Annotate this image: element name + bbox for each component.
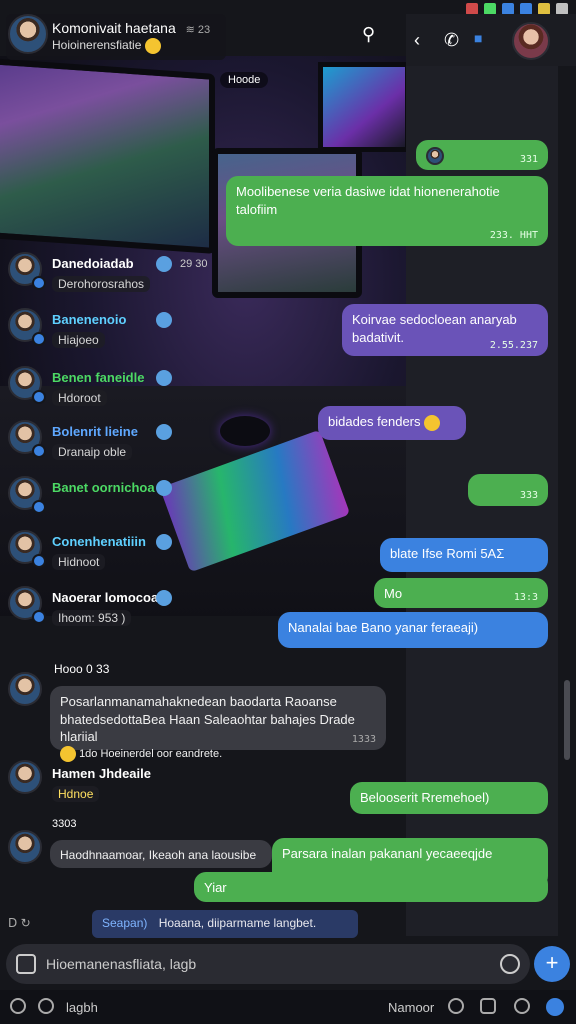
bottom-label-right: Namoor: [388, 1000, 435, 1015]
bottom-bar: lagbh Namoor: [0, 990, 576, 1024]
outgoing-bubble[interactable]: blate Ifse Romi 5AΣ: [380, 538, 548, 572]
reaction-meta: 3303: [52, 818, 77, 830]
participant-name: Banenenoio: [52, 312, 127, 327]
bg-tag: Hoode: [220, 72, 269, 88]
group-member-avatar[interactable]: [8, 672, 42, 706]
status-badge: [32, 554, 46, 568]
chat-subtitle: Hoioinerensfiatie: [52, 38, 161, 54]
contact-avatar[interactable]: [512, 22, 550, 60]
group-avatar[interactable]: [8, 14, 48, 54]
outgoing-bubble[interactable]: Koirvae sedocloean anaryab badativit. 2.…: [342, 304, 548, 356]
video-icon[interactable]: ■: [474, 30, 482, 46]
status-badge: [32, 444, 46, 458]
participant-sub: Derohorosrahos: [52, 276, 151, 292]
send-button[interactable]: +: [534, 946, 570, 982]
monitor-right: [318, 62, 410, 152]
bottom-label: lagbh: [66, 1000, 98, 1015]
thumb-icon: [426, 147, 444, 165]
participant-sub: Dranaip oble: [52, 444, 133, 460]
outgoing-bubble[interactable]: Belooserit Rremehoel): [350, 782, 548, 814]
camera-icon[interactable]: [448, 998, 464, 1014]
reply-icons: Ⅾ ↻: [8, 916, 31, 930]
group-header: Hooo 0 33: [54, 662, 110, 676]
phone-icon[interactable]: ✆: [444, 30, 459, 51]
incoming-bubble[interactable]: Haodhnaamoar, Ikeaoh ana laousibe: [50, 840, 272, 868]
mouse: [220, 416, 270, 446]
back-icon[interactable]: ‹: [414, 30, 420, 51]
header-actions: [406, 14, 576, 66]
sender-sub: Hdnoe: [52, 786, 100, 802]
outgoing-bubble[interactable]: Yiar: [194, 872, 548, 902]
participant-sub: Hidnoot: [52, 554, 106, 570]
outgoing-bubble[interactable]: Mo 13:3: [374, 578, 548, 608]
emoji-picker-icon[interactable]: [500, 954, 520, 974]
sender-name: Hamen Jhdeaile: [52, 766, 151, 781]
monitor-left: [0, 58, 215, 254]
reaction-icon: [156, 312, 172, 328]
profile-icon[interactable]: [546, 998, 564, 1016]
emoji-icon: [144, 38, 161, 54]
forward-circle-icon[interactable]: [38, 998, 54, 1014]
message-input[interactable]: Hioemanenasfliata, lagb: [46, 956, 196, 972]
chat-title: Komonivait haetana ≋ 23: [52, 20, 211, 36]
status-badge: [32, 276, 46, 290]
back-circle-icon[interactable]: [10, 998, 26, 1014]
search-icon[interactable]: ⚲: [362, 24, 375, 45]
participant-name: Naoerar lomocoa: [52, 590, 159, 605]
status-badge: [32, 390, 46, 404]
reaction-icon: [156, 480, 172, 496]
outgoing-bubble[interactable]: 331: [416, 140, 548, 170]
reaction-icon: [156, 590, 172, 606]
participant-name: Bolenrit lieine: [52, 424, 138, 439]
reaction-icon: [156, 256, 172, 272]
instagram-icon[interactable]: [480, 998, 496, 1014]
status-badge: [32, 610, 46, 624]
reply-bar: Ⅾ ↻ Seapan) Hoaana, diiparmame langbet.: [0, 906, 576, 942]
outgoing-bubble[interactable]: 333: [468, 474, 548, 506]
participant-sub: Ihoom: 953 ): [52, 610, 132, 626]
outgoing-bubble[interactable]: bidades fenders: [318, 406, 466, 440]
status-badge: [32, 332, 46, 346]
reaction-icon: [156, 534, 172, 550]
outgoing-bubble[interactable]: Moolibenese veria dasiwe idat hionenerah…: [226, 176, 548, 246]
outgoing-bubble[interactable]: Nanalai bae Bano yanar feraeaji): [278, 612, 548, 648]
participant-name: Danedoiadab: [52, 256, 134, 271]
sender-avatar[interactable]: [8, 760, 42, 794]
help-icon[interactable]: [514, 998, 530, 1014]
scrollbar-thumb[interactable]: [564, 680, 570, 760]
reaction-icon: [156, 370, 172, 386]
message-input-row: Hioemanenasfliata, lagb: [6, 944, 530, 984]
emoji-icon: [60, 745, 76, 762]
reaction-icon: [156, 424, 172, 440]
participant-meta: 29 30: [180, 258, 208, 270]
participant-sub: Hdoroot: [52, 390, 107, 406]
participant-name: Banet oornichoa: [52, 480, 155, 495]
emoji-icon: [424, 414, 441, 431]
group-message[interactable]: Posarlanmanamahaknedean baodarta Raoanse…: [50, 686, 386, 762]
status-badge: [32, 500, 46, 514]
participant-name: Conenhenatiiin: [52, 534, 146, 549]
reply-preview[interactable]: Seapan) Hoaana, diiparmame langbet.: [92, 910, 358, 938]
scrollbar[interactable]: [562, 60, 572, 920]
sender-avatar[interactable]: [8, 830, 42, 864]
attach-icon[interactable]: [16, 954, 36, 974]
participant-sub: Hiajoeo: [52, 332, 105, 348]
participant-name: Benen faneidle: [52, 370, 145, 385]
